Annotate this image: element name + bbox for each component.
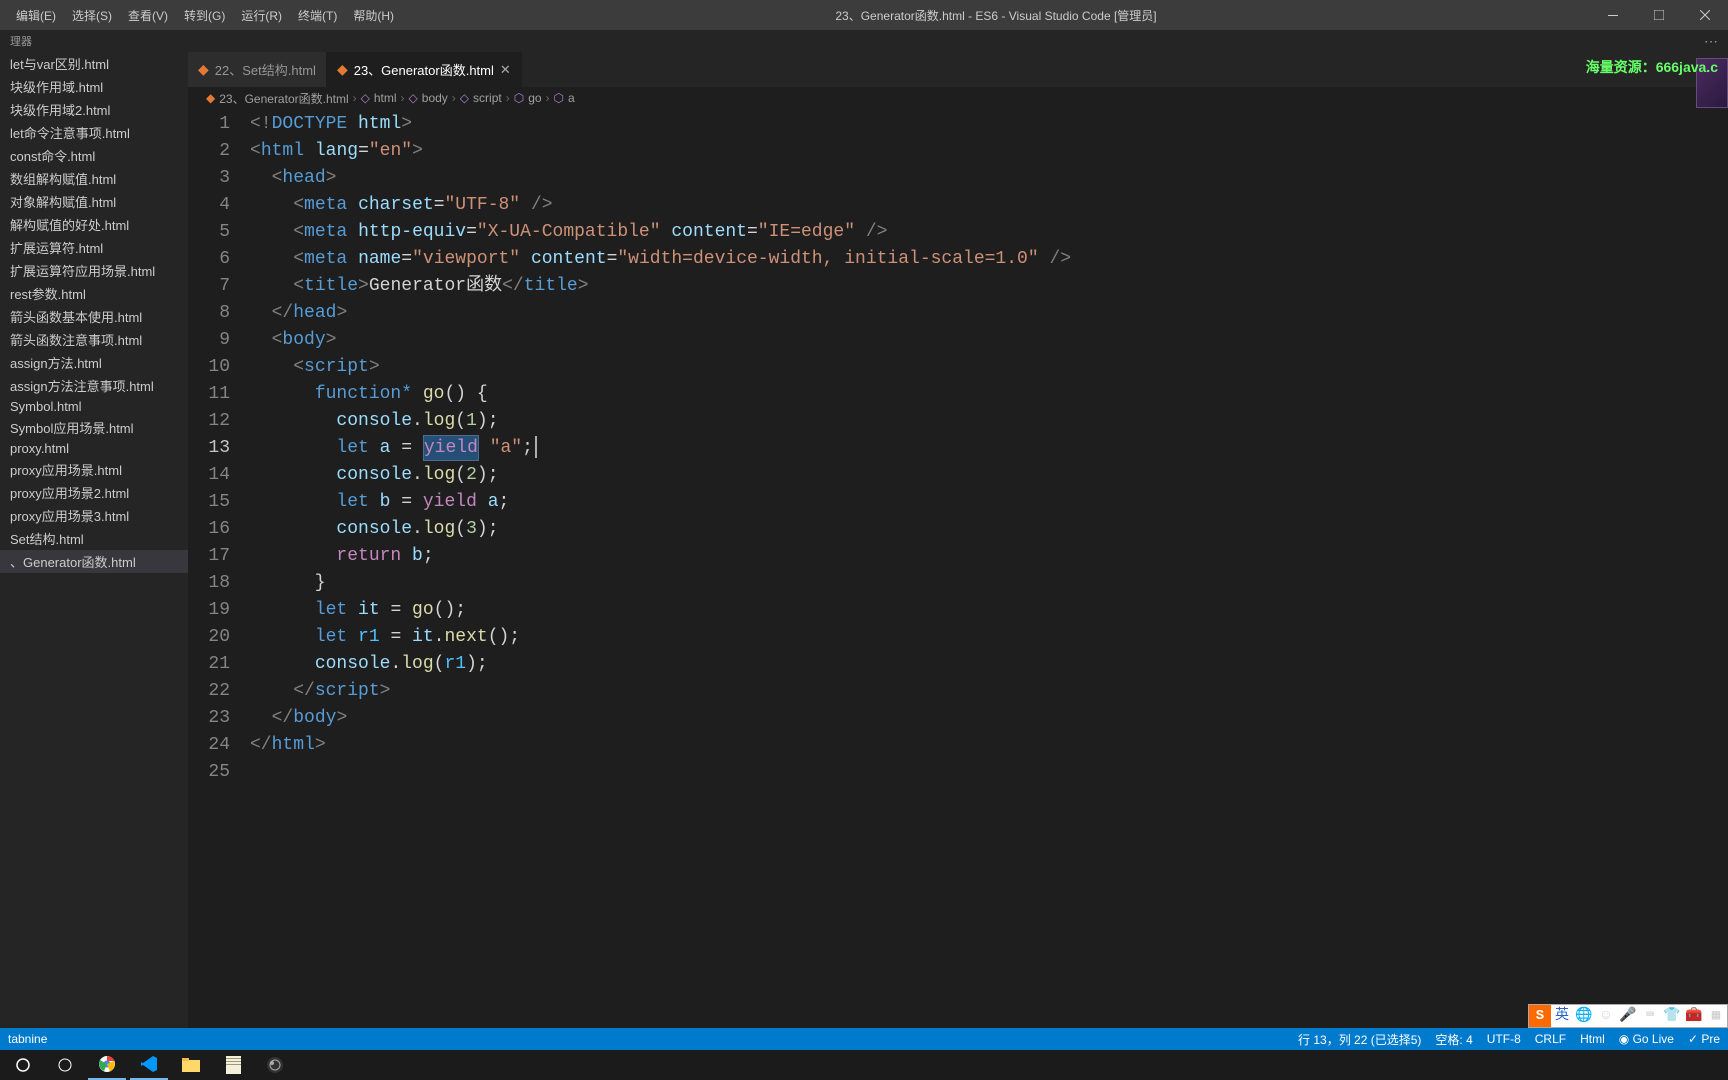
menu-item[interactable]: 帮助(H) xyxy=(345,3,402,28)
status-right: 行 13，列 22 (已选择5) 空格: 4 UTF-8 CRLF Html ◉ Go L… xyxy=(1298,1031,1720,1048)
menu-item[interactable]: 终端(T) xyxy=(290,3,345,28)
status-item[interactable]: Html xyxy=(1580,1032,1605,1046)
editor-tab[interactable]: ◆22、Set结构.html xyxy=(188,52,327,87)
chrome-icon[interactable] xyxy=(88,1050,126,1080)
menu-item[interactable]: 转到(G) xyxy=(176,3,233,28)
file-item[interactable]: Set结构.html xyxy=(0,527,188,550)
menu-item[interactable]: 查看(V) xyxy=(120,3,176,28)
notepad-icon[interactable] xyxy=(214,1050,252,1080)
file-item[interactable]: let命令注意事项.html xyxy=(0,121,188,144)
start-button[interactable] xyxy=(4,1050,42,1080)
html-icon: ◆ xyxy=(337,61,348,78)
menu-item[interactable]: 选择(S) xyxy=(64,3,120,28)
ime-grid-icon[interactable]: ▦ xyxy=(1705,1005,1727,1027)
maximize-button[interactable] xyxy=(1636,0,1682,30)
status-item[interactable]: 空格: 4 xyxy=(1435,1031,1472,1048)
html-icon: ◆ xyxy=(198,61,209,78)
ime-punct-icon[interactable]: 🌐 xyxy=(1573,1005,1595,1027)
tag-icon: ◇ xyxy=(361,91,370,105)
code-area[interactable]: 1234567891011121314151617181920212223242… xyxy=(188,109,1728,1028)
status-left: tabnine xyxy=(8,1032,47,1046)
status-item[interactable]: tabnine xyxy=(8,1032,47,1046)
close-button[interactable] xyxy=(1682,0,1728,30)
file-item[interactable]: 、Generator函数.html xyxy=(0,550,188,573)
file-item[interactable]: 扩展运算符应用场景.html xyxy=(0,259,188,282)
explorer-title: 理器 xyxy=(10,33,32,49)
ime-toolbar[interactable]: S 英 🌐 ☺ 🎤 ⌨ 👕 🧰 ▦ xyxy=(1528,1004,1728,1028)
explorer-icon[interactable] xyxy=(172,1050,210,1080)
menu-item[interactable]: 编辑(E) xyxy=(8,3,64,28)
editor-tab[interactable]: ◆23、Generator函数.html✕ xyxy=(327,52,522,87)
status-item[interactable]: ◉ Go Live xyxy=(1619,1032,1674,1046)
file-item[interactable]: proxy应用场景3.html xyxy=(0,504,188,527)
breadcrumb-item[interactable]: html xyxy=(374,91,397,105)
vscode-icon[interactable] xyxy=(130,1050,168,1080)
file-item[interactable]: proxy.html xyxy=(0,439,188,458)
obs-icon[interactable] xyxy=(256,1050,294,1080)
file-item[interactable]: 箭头函数注意事项.html xyxy=(0,328,188,351)
editor: 海量资源：666java.c ◆22、Set结构.html◆23、Generat… xyxy=(188,52,1728,1028)
ime-skin-icon[interactable]: 👕 xyxy=(1661,1005,1683,1027)
file-item[interactable]: 扩展运算符.html xyxy=(0,236,188,259)
method-icon: ⬡ xyxy=(514,91,524,105)
file-item[interactable]: 块级作用域2.html xyxy=(0,98,188,121)
tag-icon: ◇ xyxy=(409,91,418,105)
file-item[interactable]: Symbol应用场景.html xyxy=(0,416,188,439)
method-icon: ⬡ xyxy=(554,91,564,105)
file-item[interactable]: Symbol.html xyxy=(0,397,188,416)
file-item[interactable]: proxy应用场景2.html xyxy=(0,481,188,504)
close-tab-icon[interactable]: ✕ xyxy=(500,62,511,78)
ime-lang-icon[interactable]: 英 xyxy=(1551,1005,1573,1027)
ime-tool-icon[interactable]: 🧰 xyxy=(1683,1005,1705,1027)
breadcrumb-item[interactable]: 23、Generator函数.html xyxy=(219,90,348,107)
explorer-header: 理器 ⋯ xyxy=(0,30,1728,52)
window-controls xyxy=(1590,0,1728,30)
breadcrumb[interactable]: ◆23、Generator函数.html›◇html›◇body›◇script… xyxy=(188,87,1728,109)
file-item[interactable]: assign方法注意事项.html xyxy=(0,374,188,397)
sidebar: let与var区别.html块级作用域.html块级作用域2.htmllet命令… xyxy=(0,52,188,1028)
file-item[interactable]: const命令.html xyxy=(0,144,188,167)
promo-text: 海量资源：666java.c xyxy=(1586,57,1718,77)
file-list: let与var区别.html块级作用域.html块级作用域2.htmllet命令… xyxy=(0,52,188,573)
file-item[interactable]: 对象解构赋值.html xyxy=(0,190,188,213)
window-title: 23、Generator函数.html - ES6 - Visual Studi… xyxy=(402,7,1590,24)
file-item[interactable]: 数组解构赋值.html xyxy=(0,167,188,190)
ime-keyboard-icon[interactable]: ⌨ xyxy=(1639,1005,1661,1027)
file-item[interactable]: rest参数.html xyxy=(0,282,188,305)
file-item[interactable]: 块级作用域.html xyxy=(0,75,188,98)
line-gutter: 1234567891011121314151617181920212223242… xyxy=(188,109,250,1028)
ime-logo-icon[interactable]: S xyxy=(1529,1005,1551,1027)
taskbar xyxy=(0,1050,1728,1080)
file-item[interactable]: let与var区别.html xyxy=(0,52,188,75)
status-item[interactable]: ✓ Pre xyxy=(1688,1032,1720,1046)
menu-bar: 编辑(E)选择(S)查看(V)转到(G)运行(R)终端(T)帮助(H) xyxy=(0,3,402,28)
breadcrumb-item[interactable]: script xyxy=(473,91,502,105)
tag-icon: ◇ xyxy=(460,91,469,105)
tabs-bar: ◆22、Set结构.html◆23、Generator函数.html✕ xyxy=(188,52,1728,87)
more-actions-icon[interactable]: ⋯ xyxy=(1704,33,1718,50)
breadcrumb-item[interactable]: go xyxy=(528,91,541,105)
ime-emoji-icon[interactable]: ☺ xyxy=(1595,1005,1617,1027)
cortana-button[interactable] xyxy=(46,1050,84,1080)
status-item[interactable]: UTF-8 xyxy=(1487,1032,1521,1046)
status-item[interactable]: CRLF xyxy=(1535,1032,1566,1046)
statusbar: tabnine 行 13，列 22 (已选择5) 空格: 4 UTF-8 CRLF Ht… xyxy=(0,1028,1728,1050)
code-content[interactable]: <!DOCTYPE html> <html lang="en"> <head> … xyxy=(250,109,1728,1028)
menu-item[interactable]: 运行(R) xyxy=(233,3,290,28)
file-item[interactable]: 箭头函数基本使用.html xyxy=(0,305,188,328)
file-item[interactable]: assign方法.html xyxy=(0,351,188,374)
file-item[interactable]: proxy应用场景.html xyxy=(0,458,188,481)
breadcrumb-item[interactable]: a xyxy=(568,91,575,105)
titlebar: 编辑(E)选择(S)查看(V)转到(G)运行(R)终端(T)帮助(H) 23、G… xyxy=(0,0,1728,30)
file-icon: ◆ xyxy=(206,91,215,105)
breadcrumb-item[interactable]: body xyxy=(422,91,448,105)
file-item[interactable]: 解构赋值的好处.html xyxy=(0,213,188,236)
ime-mic-icon[interactable]: 🎤 xyxy=(1617,1005,1639,1027)
minimize-button[interactable] xyxy=(1590,0,1636,30)
status-item[interactable]: 行 13，列 22 (已选择5) xyxy=(1298,1031,1421,1048)
